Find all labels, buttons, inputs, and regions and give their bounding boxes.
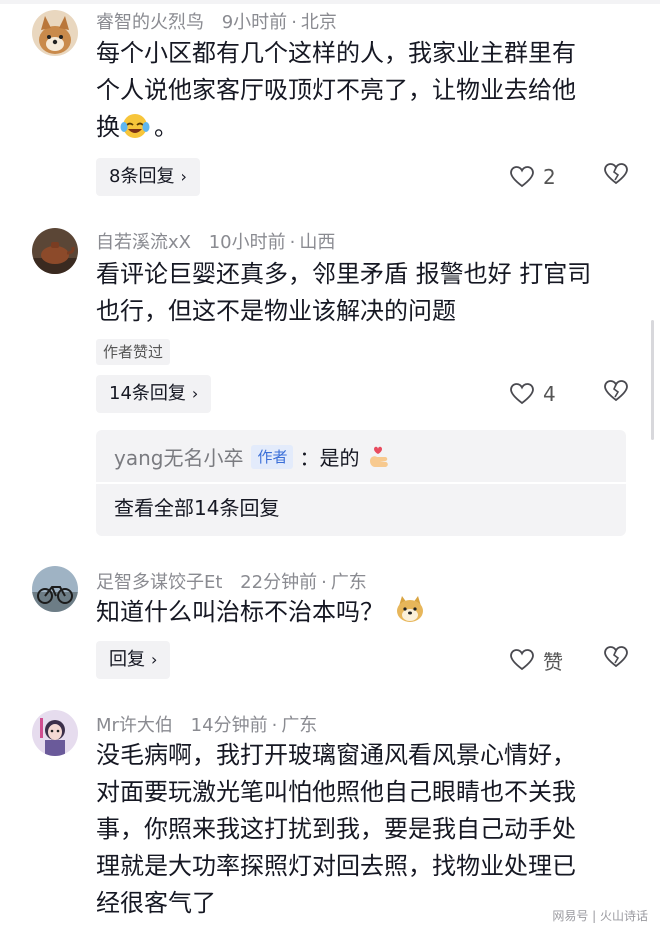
comment-meta: 睿智的火烈鸟 9小时前 · 北京 [96, 12, 337, 33]
heart-outline-icon [510, 383, 534, 405]
watermark: 网易号 | 火山诗话 [552, 909, 648, 923]
broken-heart-icon [604, 380, 628, 402]
heart-outline-icon [510, 166, 534, 188]
view-replies-label: 8条回复 [109, 166, 175, 187]
broken-heart-icon [604, 646, 628, 668]
comment-time: 14分钟前 [190, 715, 268, 736]
comment-text-line: 也行，但这不是物业该解决的问题 [96, 297, 456, 325]
dislike-button[interactable] [603, 379, 633, 409]
laughing-crying-emoji-icon [120, 111, 150, 150]
view-replies-button[interactable]: 8条回复 › [96, 158, 200, 196]
sub-reply-box: yang无名小卒 作者 ：是的 查看全部14条回复 [96, 430, 626, 536]
dislike-button[interactable] [603, 645, 633, 675]
avatar[interactable] [32, 228, 78, 274]
like-label: 赞 [543, 649, 563, 674]
comment-meta: 自若溪流xX 10小时前 · 山西 [96, 232, 336, 253]
view-all-replies-link[interactable]: 查看全部14条回复 [114, 492, 279, 521]
author-tag: 作者 [251, 444, 294, 469]
like-button[interactable]: 4 [509, 379, 556, 409]
comment-text-line: 理就是大功率探照灯对回去照，找物业处理已 [96, 852, 576, 880]
previous-comment-edge [0, 0, 660, 4]
username[interactable]: 自若溪流xX [96, 232, 191, 253]
like-count: 4 [543, 382, 556, 406]
chevron-right-icon: › [180, 167, 187, 186]
heart-hand-emoji-icon [365, 443, 393, 471]
comment-text-line: 每个小区都有几个这样的人，我家业主群里有 [96, 39, 576, 67]
comment-text-line: 经很客气了 [96, 889, 216, 917]
scrollbar-thumb[interactable] [651, 320, 654, 440]
reply-label: 回复 [109, 649, 145, 670]
comment-time: 9小时前 [221, 12, 288, 33]
like-count: 2 [543, 165, 556, 189]
author-liked-badge: 作者赞过 [96, 339, 171, 365]
chevron-right-icon: › [151, 650, 158, 669]
comment-meta: 足智多谋饺子Et 22分钟前 · 广东 [96, 572, 367, 593]
comment-text-line: 看评论巨婴还真多，邻里矛盾 报警也好 打官司 [96, 260, 592, 288]
comment-text-line: 个人说他家客厅吸顶灯不亮了，让物业去给他 [96, 76, 576, 104]
view-replies-label: 14条回复 [109, 383, 186, 404]
comment-text: 没毛病啊，我打开玻璃窗通风看风景心情好， 对面要玩激光笔叫怕他照他自己眼睛也不关… [96, 737, 626, 922]
avatar[interactable] [32, 10, 78, 56]
broken-heart-icon [604, 163, 628, 185]
like-button[interactable]: 2 [509, 162, 556, 192]
sub-reply-username[interactable]: yang无名小卒 [114, 442, 243, 471]
view-replies-button[interactable]: 14条回复 › [96, 375, 212, 413]
comment-text-fragment: 。 [154, 113, 178, 141]
comment-time: 10小时前 [208, 232, 286, 253]
dislike-button[interactable] [603, 162, 633, 192]
comment-text-fragment: 换 [96, 113, 120, 141]
doge-emoji-icon [394, 594, 426, 635]
comment-meta: Mr许大伯 14分钟前 · 广东 [96, 715, 318, 736]
comment-location: 山西 [299, 232, 336, 253]
avatar[interactable] [32, 710, 78, 756]
comment-location: 广东 [281, 715, 318, 736]
comment-text-line: 没毛病啊，我打开玻璃窗通风看风景心情好， [96, 741, 576, 769]
comment-text-line: 换。 [96, 109, 626, 150]
reply-button[interactable]: 回复 › [96, 641, 171, 679]
comment-time: 22分钟前 [240, 572, 318, 593]
username[interactable]: 足智多谋饺子Et [96, 572, 222, 593]
divider [96, 482, 626, 484]
comment-text-line: 事，你照来我这打扰到我，要是我自己动手处 [96, 815, 576, 843]
comment-location: 广东 [330, 572, 367, 593]
chevron-right-icon: › [191, 384, 199, 403]
comment-text-line: 知道什么叫治标不治本吗？ [96, 594, 626, 635]
comment-text: 看评论巨婴还真多，邻里矛盾 报警也好 打官司 也行，但这不是物业该解决的问题 [96, 256, 626, 330]
username[interactable]: Mr许大伯 [96, 715, 173, 736]
comment-text-fragment: 知道什么叫治标不治本吗？ [96, 598, 384, 626]
comment-text: 每个小区都有几个这样的人，我家业主群里有 个人说他家客厅吸顶灯不亮了，让物业去给… [96, 35, 626, 150]
sub-reply[interactable]: yang无名小卒 作者 ：是的 [114, 442, 393, 471]
heart-outline-icon [510, 649, 534, 671]
comment-text-line: 对面要玩激光笔叫怕他照他自己眼睛也不关我 [96, 778, 576, 806]
sub-reply-text: ：是的 [299, 446, 360, 470]
username[interactable]: 睿智的火烈鸟 [96, 12, 204, 33]
like-button[interactable]: 赞 [509, 645, 563, 675]
comment-location: 北京 [300, 12, 337, 33]
comment-text: 知道什么叫治标不治本吗？ [96, 594, 626, 635]
avatar[interactable] [32, 566, 78, 612]
